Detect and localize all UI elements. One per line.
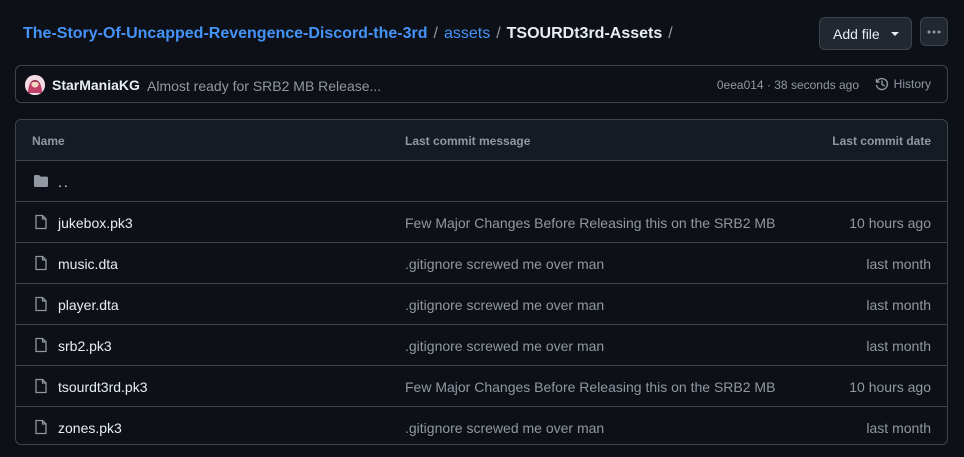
breadcrumb-current-folder: TSOURDt3rd-Assets [506,25,663,42]
commit-date: last month [866,256,931,272]
commit-date: last month [866,420,931,436]
commit-message-link[interactable]: .gitignore screwed me over man [405,297,604,313]
file-name-link[interactable]: tsourdt3rd.pk3 [58,379,148,395]
history-link[interactable]: History [874,76,931,92]
latest-commit-bar: StarManiaKG Almost ready for SRB2 MB Rel… [15,65,948,103]
breadcrumb-separator: / [433,25,438,42]
commit-message-link[interactable]: .gitignore screwed me over man [405,256,604,272]
commit-date: 10 hours ago [849,379,931,395]
kebab-horizontal-icon [927,30,941,33]
folder-icon [34,175,48,187]
file-icon [35,419,47,435]
commit-date: last month [866,338,931,354]
file-table: Name Last commit message Last commit dat… [15,119,948,445]
file-name-link[interactable]: jukebox.pk3 [58,215,133,231]
table-row: zones.pk3 .gitignore screwed me over man… [16,407,947,444]
commit-message-link[interactable]: Few Major Changes Before Releasing this … [405,379,775,395]
commit-sha-and-time[interactable]: 0eea014 · 38 seconds ago [717,78,859,92]
parent-directory-link[interactable]: .. [58,174,70,190]
more-options-button[interactable] [920,17,948,46]
parent-directory-row[interactable]: .. [16,161,947,202]
breadcrumb-separator: / [496,25,501,42]
table-header: Name Last commit message Last commit dat… [16,120,947,161]
file-icon [35,378,47,394]
column-header-name: Name [32,134,65,148]
file-icon [35,296,47,312]
table-row: player.dta .gitignore screwed me over ma… [16,284,947,325]
table-row: music.dta .gitignore screwed me over man… [16,243,947,284]
breadcrumb-assets-link[interactable]: assets [444,25,490,43]
breadcrumb-repo-link[interactable]: The-Story-Of-Uncapped-Revengence-Discord… [23,25,428,43]
avatar[interactable] [25,75,45,95]
add-file-button[interactable]: Add file [819,17,912,50]
file-icon [35,337,47,353]
commit-author-link[interactable]: StarManiaKG [52,77,140,93]
history-label: History [893,77,931,91]
file-name-link[interactable]: player.dta [58,297,119,313]
chevron-down-icon [891,32,899,36]
add-file-label: Add file [833,25,880,42]
table-row: jukebox.pk3 Few Major Changes Before Rel… [16,202,947,243]
table-row: tsourdt3rd.pk3 Few Major Changes Before … [16,366,947,407]
commit-message-link[interactable]: .gitignore screwed me over man [405,420,604,436]
file-icon [35,255,47,271]
column-header-message: Last commit message [405,134,531,148]
commit-message-link[interactable]: Almost ready for SRB2 MB Release... [147,78,381,94]
breadcrumb: The-Story-Of-Uncapped-Revengence-Discord… [23,24,679,44]
breadcrumb-separator: / [668,25,673,42]
table-row: srb2.pk3 .gitignore screwed me over man … [16,325,947,366]
commit-date: 10 hours ago [849,215,931,231]
column-header-date: Last commit date [832,134,931,148]
file-name-link[interactable]: srb2.pk3 [58,338,112,354]
file-name-link[interactable]: zones.pk3 [58,420,122,436]
file-icon [35,214,47,230]
commit-message-link[interactable]: .gitignore screwed me over man [405,338,604,354]
avatar-image [25,75,45,95]
file-name-link[interactable]: music.dta [58,256,118,272]
history-icon [875,77,888,91]
commit-message-link[interactable]: Few Major Changes Before Releasing this … [405,215,775,231]
commit-date: last month [866,297,931,313]
